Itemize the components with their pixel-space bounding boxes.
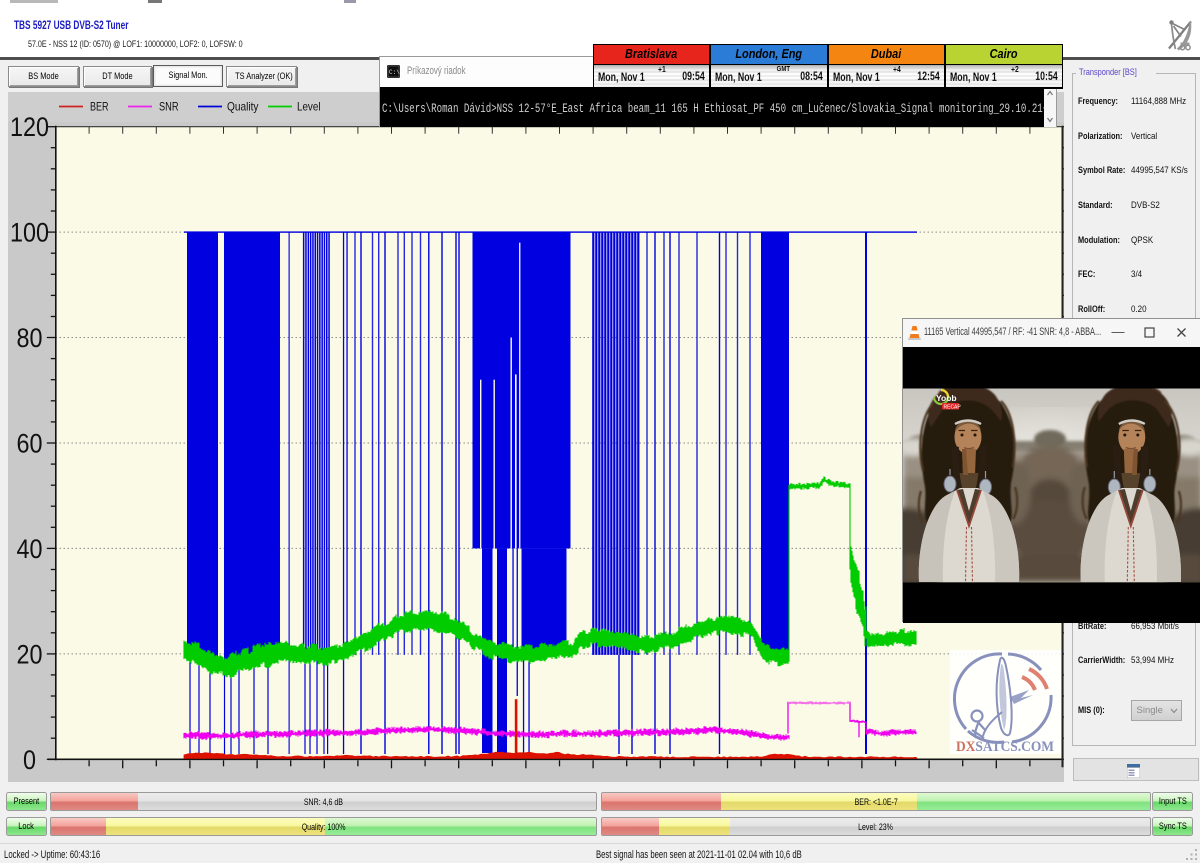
svg-text:0: 0: [23, 745, 36, 775]
svg-text:40: 40: [17, 534, 43, 564]
svg-text:Quality: Quality: [227, 100, 259, 114]
svg-text:Level: Level: [297, 100, 321, 114]
svg-text:80: 80: [17, 323, 43, 353]
svg-text:SNR: SNR: [159, 100, 179, 114]
svg-text:120: 120: [10, 112, 49, 142]
svg-text:DXSATCS.COM: DXSATCS.COM: [956, 739, 1054, 755]
svg-text:RECAP: RECAP: [943, 404, 961, 410]
svg-text:100: 100: [10, 218, 49, 248]
svg-text:Yoob: Yoob: [936, 393, 957, 403]
svg-text:60: 60: [17, 429, 43, 459]
svg-text:20: 20: [17, 639, 43, 669]
svg-text:C:\: C:\: [389, 69, 400, 76]
svg-text:BER: BER: [90, 100, 109, 114]
